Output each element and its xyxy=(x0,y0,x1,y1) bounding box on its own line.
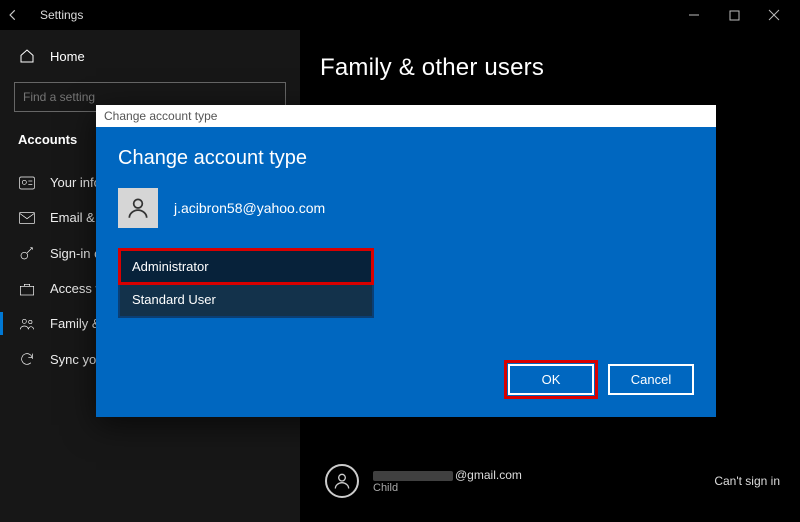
person-card-icon xyxy=(18,176,36,190)
cant-sign-in-label: Can't sign in xyxy=(714,474,780,488)
account-email: @gmail.com xyxy=(373,468,522,482)
briefcase-icon xyxy=(18,282,36,296)
window-title: Settings xyxy=(40,8,83,22)
people-icon xyxy=(18,317,36,331)
close-button[interactable] xyxy=(754,0,794,30)
dropdown-option-administrator[interactable]: Administrator xyxy=(120,250,372,283)
sync-icon xyxy=(18,351,36,367)
back-button[interactable] xyxy=(6,8,34,22)
avatar-square-icon xyxy=(118,188,158,228)
mail-icon xyxy=(18,212,36,224)
key-icon xyxy=(18,245,36,261)
page-title: Family & other users xyxy=(320,54,782,82)
dialog-titlebar: Change account type xyxy=(96,105,716,127)
home-icon xyxy=(18,48,36,64)
sidebar-item-label: Your info xyxy=(50,175,101,190)
account-role: Child xyxy=(373,482,522,494)
redacted-text xyxy=(373,471,453,481)
avatar-icon xyxy=(325,464,359,498)
dialog-account-email: j.acibron58@yahoo.com xyxy=(174,200,325,216)
window-titlebar: Settings xyxy=(0,0,800,30)
account-info: @gmail.com Child xyxy=(373,468,522,494)
change-account-type-dialog: Change account type Change account type … xyxy=(96,105,716,417)
minimize-button[interactable] xyxy=(674,0,714,30)
dropdown-option-standard-user[interactable]: Standard User xyxy=(120,283,372,316)
dialog-heading: Change account type xyxy=(118,147,694,170)
dialog-account-identity: j.acibron58@yahoo.com xyxy=(118,188,694,228)
ok-button[interactable]: OK xyxy=(508,364,594,395)
cancel-button[interactable]: Cancel xyxy=(608,364,694,395)
listed-account-row[interactable]: @gmail.com Child Can't sign in xyxy=(325,464,780,498)
sidebar-home[interactable]: Home xyxy=(0,40,300,72)
account-type-dropdown[interactable]: Administrator Standard User xyxy=(118,248,374,318)
maximize-button[interactable] xyxy=(714,0,754,30)
home-label: Home xyxy=(50,49,85,64)
search-input[interactable] xyxy=(23,90,277,104)
